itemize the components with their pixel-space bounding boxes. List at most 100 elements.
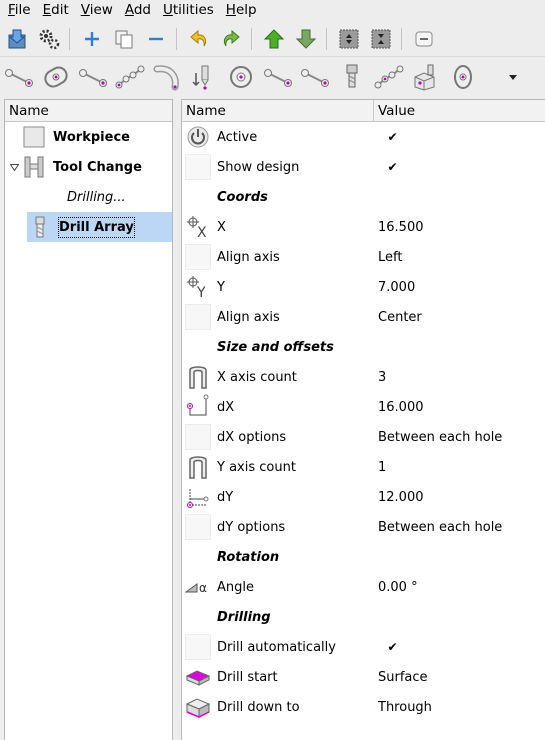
align-x-value[interactable]: Left	[378, 250, 402, 265]
oval-icon	[454, 64, 472, 89]
settings-icon	[39, 29, 60, 50]
tree-item-workpiece[interactable]: Workpiece	[5, 122, 172, 152]
tree-item-drill-array[interactable]: Drill Array	[27, 212, 172, 242]
section-title: Size and offsets	[217, 339, 334, 355]
blank-icon	[185, 424, 211, 450]
prop-name: Y	[217, 279, 225, 295]
prop-row-show-design[interactable]: Show design ✔	[182, 152, 545, 182]
prop-row-active[interactable]: Active ✔	[182, 122, 545, 152]
open-button[interactable]	[2, 24, 32, 54]
angle-value[interactable]: 0.00 °	[378, 580, 418, 595]
prop-row-angle[interactable]: α Angle 0.00 °	[182, 572, 545, 602]
prop-row-dy-options[interactable]: dY options Between each hole	[182, 512, 545, 542]
move-down-button[interactable]	[291, 24, 321, 54]
line-button[interactable]	[75, 59, 111, 95]
prop-row-x[interactable]: X X 16.500	[182, 212, 545, 242]
copy-button[interactable]	[109, 24, 139, 54]
toolbar-separator	[176, 28, 177, 50]
toolbar-overflow-button[interactable]	[499, 59, 527, 95]
prop-row-y-count[interactable]: Y axis count 1	[182, 452, 545, 482]
active-checkbox[interactable]: ✔	[378, 130, 399, 145]
value-column-header[interactable]: Value	[374, 100, 545, 121]
menu-file[interactable]: File	[2, 1, 37, 19]
tree-column-header[interactable]: Name	[5, 100, 172, 122]
x-count-value[interactable]: 3	[378, 370, 386, 385]
prop-row-y[interactable]: Y Y 7.000	[182, 272, 545, 302]
blank-icon	[185, 304, 211, 330]
arc-slot-button[interactable]	[149, 59, 185, 95]
prop-row-align-y[interactable]: Align axis Center	[182, 302, 545, 332]
menu-edit[interactable]: Edit	[37, 1, 75, 19]
y-value[interactable]: 7.000	[378, 280, 415, 295]
tree-item-drilling[interactable]: Drilling...	[5, 182, 172, 212]
prop-name: dX	[217, 399, 235, 415]
blank-icon	[185, 244, 211, 270]
menu-view[interactable]: View	[75, 1, 119, 19]
remove-icon	[149, 37, 163, 41]
line-3-button[interactable]	[297, 59, 333, 95]
add-button[interactable]	[77, 24, 107, 54]
polyline-2-button[interactable]	[371, 59, 407, 95]
remove-button[interactable]	[141, 24, 171, 54]
blank-icon	[185, 634, 211, 660]
menu-utilities[interactable]: Utilities	[157, 1, 220, 19]
drill-automatically-checkbox[interactable]: ✔	[378, 640, 399, 655]
x-value[interactable]: 16.500	[378, 220, 424, 235]
redo-button[interactable]	[216, 24, 246, 54]
prop-row-dx[interactable]: dX 16.000	[182, 392, 545, 422]
prop-row-x-count[interactable]: X axis count 3	[182, 362, 545, 392]
prop-row-align-x[interactable]: Align axis Left	[182, 242, 545, 272]
main-toolbar	[0, 22, 545, 56]
align-y-value[interactable]: Center	[378, 310, 422, 325]
polyline-button[interactable]	[112, 59, 148, 95]
prop-row-drill-automatically[interactable]: Drill automatically ✔	[182, 632, 545, 662]
prop-row-drill-down-to[interactable]: Drill down to Through	[182, 692, 545, 722]
checkbox-mark: ✔	[387, 639, 398, 654]
tool-button[interactable]	[334, 59, 370, 95]
drill-start-value[interactable]: Surface	[378, 670, 428, 685]
dy-options-value[interactable]: Between each hole	[378, 520, 502, 535]
oval-button[interactable]	[445, 59, 481, 95]
delta-x-icon	[185, 394, 211, 420]
section-title: Rotation	[217, 549, 280, 565]
show-design-checkbox[interactable]: ✔	[378, 160, 399, 175]
ungroup-button[interactable]	[366, 24, 396, 54]
slot-button[interactable]	[1, 59, 37, 95]
y-count-value[interactable]: 1	[378, 460, 386, 475]
prop-row-drill-start[interactable]: Drill start Surface	[182, 662, 545, 692]
tree-item-tool-change[interactable]: Tool Change	[5, 152, 172, 182]
menu-add[interactable]: Add	[119, 1, 157, 19]
checkbox-mark: ✔	[387, 159, 398, 174]
circle-pocket-icon	[230, 65, 252, 88]
section-rotation: Rotation	[182, 542, 545, 572]
line-2-button[interactable]	[260, 59, 296, 95]
prop-name: dX options	[217, 429, 287, 445]
prop-name: dY options	[217, 519, 286, 535]
tree-item-label: Drilling...	[67, 189, 126, 205]
collapse-icon	[415, 31, 433, 47]
group-button[interactable]	[334, 24, 364, 54]
prop-name: X axis count	[217, 369, 297, 385]
redo-icon	[223, 29, 240, 47]
dx-options-value[interactable]: Between each hole	[378, 430, 502, 445]
dy-value[interactable]: 12.000	[378, 490, 424, 505]
prop-row-dx-options[interactable]: dX options Between each hole	[182, 422, 545, 452]
expander-spacer	[7, 130, 21, 144]
move-up-button[interactable]	[259, 24, 289, 54]
settings-button[interactable]	[34, 24, 64, 54]
chevron-down-icon	[509, 74, 517, 80]
blank-icon	[185, 154, 211, 180]
expander-toggle[interactable]	[7, 160, 21, 174]
circle-pocket-button[interactable]	[223, 59, 259, 95]
drill-down-to-value[interactable]: Through	[378, 700, 432, 715]
prop-name: Drill start	[217, 669, 278, 685]
name-column-header[interactable]: Name	[182, 100, 374, 121]
dx-value[interactable]: 16.000	[378, 400, 424, 415]
undo-button[interactable]	[184, 24, 214, 54]
prop-row-dy[interactable]: dY 12.000	[182, 482, 545, 512]
oval-pocket-button[interactable]	[38, 59, 74, 95]
box-drill-button[interactable]	[408, 59, 444, 95]
drill-depth-button[interactable]	[186, 59, 222, 95]
collapse-button[interactable]	[409, 24, 439, 54]
menu-help[interactable]: Help	[220, 1, 263, 19]
